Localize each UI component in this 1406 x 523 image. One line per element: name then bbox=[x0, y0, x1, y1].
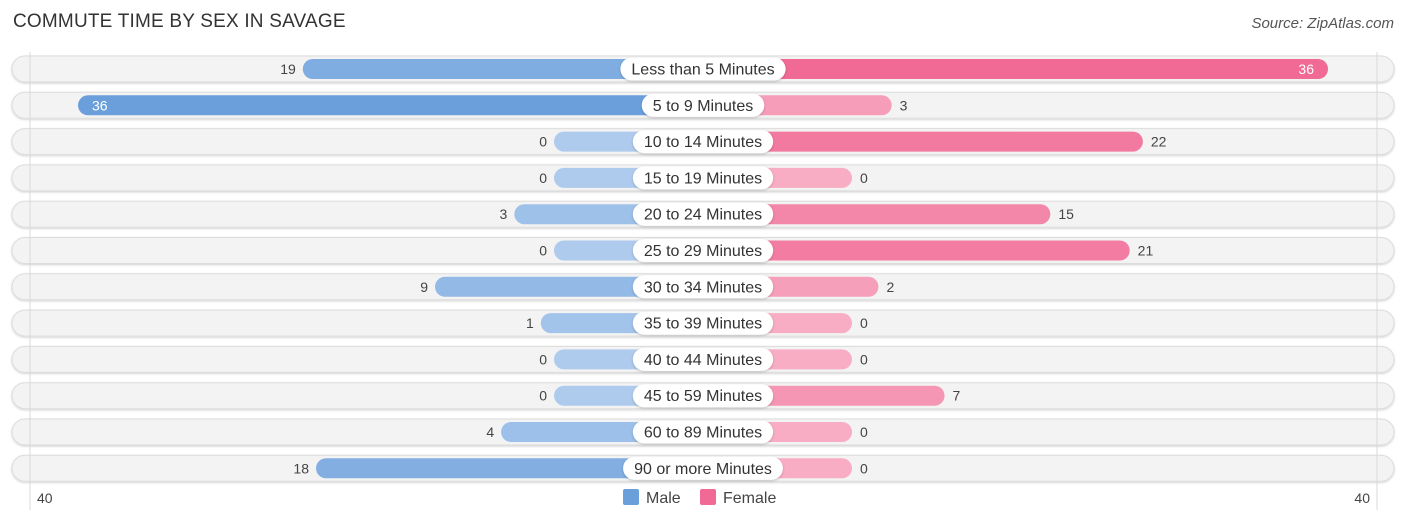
legend-item-female[interactable]: Female bbox=[700, 489, 776, 507]
chart-row: 18 0 90 or more Minutes bbox=[11, 454, 1395, 482]
category-label: 40 to 44 Minutes bbox=[644, 352, 762, 369]
value-label-male: 36 bbox=[92, 97, 108, 113]
value-label-male: 0 bbox=[539, 351, 547, 367]
category-label: 90 or more Minutes bbox=[634, 461, 772, 478]
category-label: 60 to 89 Minutes bbox=[644, 425, 762, 442]
value-label-female: 0 bbox=[860, 170, 868, 186]
value-label-male: 19 bbox=[280, 61, 296, 77]
value-label-male: 0 bbox=[539, 243, 547, 259]
value-label-female: 7 bbox=[953, 388, 961, 404]
chart: 19 36Less than 5 Minutes36 35 to 9 Minutes… bbox=[11, 52, 1395, 510]
category-label: 30 to 34 Minutes bbox=[644, 279, 762, 296]
chart-row: 9 2 30 to 34 Minutes bbox=[11, 273, 1395, 301]
value-label-male: 0 bbox=[539, 388, 547, 404]
value-label-female: 0 bbox=[860, 351, 868, 367]
category-label: 45 to 59 Minutes bbox=[644, 388, 762, 405]
value-label-male: 9 bbox=[420, 279, 428, 295]
chart-rows: 19 36Less than 5 Minutes36 35 to 9 Minutes… bbox=[11, 55, 1395, 482]
bar-male[interactable] bbox=[78, 95, 703, 116]
value-label-female: 3 bbox=[900, 97, 908, 113]
value-label-female: 21 bbox=[1138, 243, 1154, 259]
value-label-female: 0 bbox=[860, 460, 868, 476]
category-label: 10 to 14 Minutes bbox=[644, 134, 762, 151]
legend-swatch-male bbox=[623, 489, 639, 505]
chart-row: 1 0 35 to 39 Minutes bbox=[11, 309, 1395, 337]
value-label-male: 1 bbox=[526, 315, 534, 331]
category-label: 15 to 19 Minutes bbox=[644, 170, 762, 187]
category-label: 25 to 29 Minutes bbox=[644, 243, 762, 260]
chart-row: 0 22 10 to 14 Minutes bbox=[11, 128, 1395, 156]
value-label-male: 18 bbox=[293, 460, 309, 476]
legend: Male Female bbox=[623, 489, 776, 507]
value-label-male: 4 bbox=[486, 424, 494, 440]
value-label-male: 0 bbox=[539, 134, 547, 150]
value-label-female: 36 bbox=[1298, 61, 1314, 77]
legend-item-male[interactable]: Male bbox=[623, 489, 681, 507]
bar-female[interactable] bbox=[703, 59, 1328, 79]
value-label-female: 0 bbox=[860, 424, 868, 440]
axis-label-right: 40 bbox=[1354, 490, 1370, 506]
axis-label-left: 40 bbox=[37, 490, 53, 506]
value-label-female: 0 bbox=[860, 315, 868, 331]
legend-label-male: Male bbox=[646, 490, 681, 507]
category-label: 35 to 39 Minutes bbox=[644, 316, 762, 333]
chart-row: 0 21 25 to 29 Minutes bbox=[11, 237, 1395, 264]
legend-swatch-female bbox=[700, 489, 716, 505]
category-label: 5 to 9 Minutes bbox=[653, 98, 754, 115]
category-label: Less than 5 Minutes bbox=[631, 62, 774, 79]
category-label: 20 to 24 Minutes bbox=[644, 207, 762, 224]
value-label-female: 22 bbox=[1151, 134, 1167, 150]
value-label-female: 2 bbox=[886, 279, 894, 295]
chart-row: 3 15 20 to 24 Minutes bbox=[11, 200, 1395, 228]
chart-row: 19 36 Less than 5 Minutes bbox=[11, 55, 1395, 83]
chart-row: 4 0 60 to 89 Minutes bbox=[11, 418, 1395, 446]
legend-label-female: Female bbox=[723, 490, 776, 507]
value-label-female: 15 bbox=[1058, 206, 1074, 222]
chart-row: 36 3 5 to 9 Minutes bbox=[11, 91, 1395, 119]
value-label-male: 0 bbox=[539, 170, 547, 186]
value-label-male: 3 bbox=[500, 206, 508, 222]
chart-row: 0 7 45 to 59 Minutes bbox=[11, 382, 1395, 410]
chart-row: 0 0 40 to 44 Minutes bbox=[11, 345, 1395, 373]
chart-row: 0 0 15 to 19 Minutes bbox=[11, 164, 1395, 192]
